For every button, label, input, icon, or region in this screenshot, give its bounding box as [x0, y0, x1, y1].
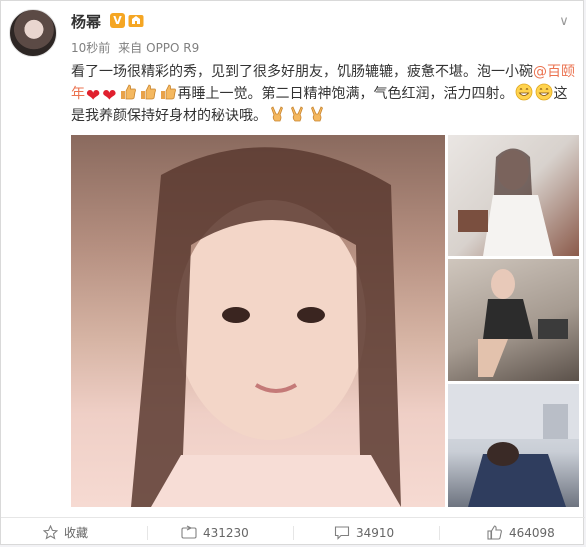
- grin-icon: [535, 83, 552, 101]
- content-line-1: 看了一场很精彩的秀，见到了很多好朋友，饥肠辘辘，疲惫不堪。泡一小碗: [71, 64, 533, 80]
- photo-thumb-3[interactable]: [448, 384, 579, 507]
- verified-badge-icon: V: [110, 13, 125, 28]
- photo-thumb-3-art: [448, 384, 579, 507]
- content-line-2: 再睡上一觉。第二日精神饱满，气色红润，活力四射。: [177, 86, 514, 102]
- divider: [439, 526, 440, 540]
- post-time[interactable]: 10秒前: [71, 41, 110, 55]
- post-content: 看了一场很精彩的秀，见到了很多好朋友，饥肠辘辘，疲惫不堪。泡一小碗@百颐年❤ ❤ 再…: [71, 61, 579, 127]
- victory-hand-icon: [311, 106, 323, 122]
- thumbs-up-icon: [487, 525, 502, 540]
- photo-thumb-1[interactable]: [448, 135, 579, 256]
- heart-emoji: ❤: [86, 86, 101, 106]
- photo-thumb-1-art: [458, 148, 553, 256]
- photo-grid: [71, 135, 579, 507]
- like-count: 464098: [509, 525, 555, 540]
- post-source[interactable]: OPPO R9: [146, 41, 199, 55]
- comment-button[interactable]: 34910: [334, 518, 394, 547]
- action-bar: 收藏 431230 34910 464098: [1, 517, 585, 547]
- victory-hand-icon: [271, 106, 283, 122]
- thumbs-up-icon: [120, 84, 136, 100]
- favorite-label: 收藏: [64, 526, 89, 540]
- photo-main-art: [131, 147, 401, 507]
- photo-thumb-2[interactable]: [448, 259, 579, 381]
- comment-icon: [334, 526, 350, 540]
- photo-main[interactable]: [71, 135, 445, 507]
- repost-button[interactable]: 431230: [181, 518, 249, 547]
- thumbs-up-icon: [140, 84, 156, 100]
- member-level-icon: [128, 15, 144, 27]
- repost-icon: [181, 525, 197, 539]
- heart-emoji: ❤: [102, 86, 117, 106]
- source-prefix: 来自: [118, 41, 143, 55]
- avatar[interactable]: [9, 9, 57, 57]
- chevron-down-icon[interactable]: ∨: [555, 15, 573, 29]
- repost-count: 431230: [203, 525, 249, 540]
- post-meta: 10秒前 来自 OPPO R9: [71, 39, 203, 56]
- divider: [147, 526, 148, 540]
- star-icon: [43, 525, 58, 540]
- photo-thumb-2-art: [478, 269, 568, 377]
- grin-icon: [515, 83, 532, 101]
- comment-count: 34910: [356, 525, 395, 540]
- like-button[interactable]: 464098: [487, 518, 555, 547]
- weibo-post-card: 杨幂 V ∨ 10秒前 来自 OPPO R9 看了一场很精彩的秀，见到了很多好朋友…: [0, 0, 585, 547]
- divider: [293, 526, 294, 540]
- thumbs-up-icon: [160, 84, 176, 100]
- username[interactable]: 杨幂: [71, 11, 101, 32]
- victory-hand-icon: [291, 106, 303, 122]
- favorite-button[interactable]: 收藏: [43, 518, 88, 547]
